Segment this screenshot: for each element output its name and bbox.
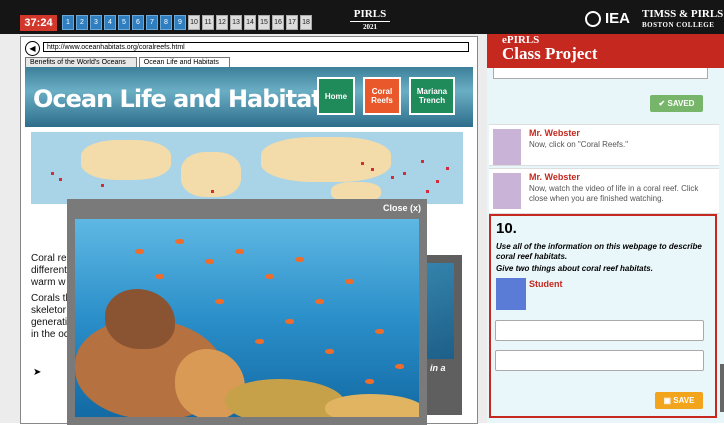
saved-button[interactable]: ✔ SAVED xyxy=(650,95,703,112)
pirls-logo-text: PIRLS xyxy=(353,8,387,20)
reading-pane: ◀ http://www.oceanhabitats.org/coralreef… xyxy=(0,34,487,425)
nav-mariana-trench-button[interactable]: Mariana Trench xyxy=(409,77,455,115)
article-line: different xyxy=(31,265,67,276)
timer: 37:24 xyxy=(20,15,57,31)
top-bar: 37:24 1 2 3 4 5 6 7 8 9 10 11 12 13 14 1… xyxy=(0,0,724,34)
pirls-logo: PIRLS 2021 xyxy=(350,8,390,31)
question-box: 10. Use all of the information on this w… xyxy=(489,214,717,418)
article-line: Coral re xyxy=(31,253,67,264)
url-bar: http://www.oceanhabitats.org/coralreefs.… xyxy=(43,42,469,52)
question-nav-14[interactable]: 14 xyxy=(244,15,256,30)
message-sender: Mr. Webster xyxy=(529,128,580,138)
question-nav-3[interactable]: 3 xyxy=(90,15,102,30)
saved-label: SAVED xyxy=(667,99,695,108)
question-line-1: Use all of the information on this webpa… xyxy=(496,242,702,261)
article-line: in the oc xyxy=(31,329,69,340)
teacher-avatar xyxy=(493,173,521,209)
question-nav-13[interactable]: 13 xyxy=(230,15,242,30)
boston-college-text: BOSTON COLLEGE xyxy=(642,21,715,29)
message-text: Now, watch the video of life in a coral … xyxy=(529,184,699,203)
background-card-text: in a xyxy=(430,363,446,373)
question-number: 10. xyxy=(496,220,517,237)
save-disk-icon: ▣ xyxy=(663,396,674,405)
reef-world-map xyxy=(31,132,463,204)
question-line-2: Give two things about coral reef habitat… xyxy=(496,264,653,273)
previous-answer-field[interactable] xyxy=(493,68,708,79)
teacher-message: Mr. Webster Now, watch the video of life… xyxy=(489,168,719,214)
article-line: generati xyxy=(31,317,68,328)
class-project-title: Class Project xyxy=(502,44,598,63)
timss-pirls-logo: TIMSS & PIRLS BOSTON COLLEGE xyxy=(642,9,723,31)
timss-pirls-text: TIMSS & PIRLS xyxy=(642,8,724,20)
article-line: warm w xyxy=(31,277,66,288)
question-nav-16[interactable]: 16 xyxy=(272,15,284,30)
video-modal: Close (x) xyxy=(67,199,427,425)
student-label: Student xyxy=(529,279,563,289)
question-nav-9[interactable]: 9 xyxy=(174,15,186,30)
tab-ocean-life[interactable]: Ocean Life and Habitats xyxy=(138,57,230,67)
panel-scrollbar[interactable] xyxy=(720,364,724,412)
question-nav-6[interactable]: 6 xyxy=(132,15,144,30)
panel-header: ePIRLS Class Project xyxy=(487,34,724,68)
question-navigator: 1 2 3 4 5 6 7 8 9 10 11 12 13 14 15 16 1… xyxy=(62,15,312,30)
question-nav-1[interactable]: 1 xyxy=(62,15,74,30)
question-nav-18[interactable]: 18 xyxy=(300,15,312,30)
student-avatar xyxy=(496,278,526,310)
question-nav-4[interactable]: 4 xyxy=(104,15,116,30)
answer-field-2[interactable] xyxy=(495,350,704,371)
coral-reef-video[interactable] xyxy=(75,219,419,417)
article-line: skeletor xyxy=(31,305,67,316)
question-nav-5[interactable]: 5 xyxy=(118,15,130,30)
teacher-avatar xyxy=(493,129,521,165)
browser-tabs: Benefits of the World's Oceans Ocean Lif… xyxy=(25,57,232,67)
nav-coral-reefs-button[interactable]: Coral Reefs xyxy=(363,77,401,115)
nav-home-button[interactable]: Home xyxy=(317,77,355,115)
question-nav-12[interactable]: 12 xyxy=(216,15,228,30)
question-nav-7[interactable]: 7 xyxy=(146,15,158,30)
teacher-message: Mr. Webster Now, click on "Coral Reefs." xyxy=(489,124,719,166)
save-button[interactable]: ▣ SAVE xyxy=(655,392,703,409)
save-label: SAVE xyxy=(673,396,695,405)
article-line: Corals th xyxy=(31,293,71,304)
answer-field-1[interactable] xyxy=(495,320,704,341)
message-text: Now, click on "Coral Reefs." xyxy=(529,140,629,149)
question-nav-2[interactable]: 2 xyxy=(76,15,88,30)
iea-text: IEA xyxy=(605,10,631,27)
question-nav-17[interactable]: 17 xyxy=(286,15,298,30)
article-text: Coral re different warm w Corals th skel… xyxy=(31,253,71,341)
iea-logo: IEA xyxy=(585,10,630,27)
pirls-year: 2021 xyxy=(350,21,390,31)
question-nav-11[interactable]: 11 xyxy=(202,15,214,30)
mouse-cursor-icon: ➤ xyxy=(33,367,42,378)
site-title: Ocean Life and Habitats xyxy=(33,85,336,113)
close-video-button[interactable]: Close (x) xyxy=(383,203,421,213)
question-prompt: Use all of the information on this webpa… xyxy=(496,242,711,274)
site-banner: Ocean Life and Habitats Home Coral Reefs… xyxy=(25,67,473,127)
message-sender: Mr. Webster xyxy=(529,172,580,182)
question-nav-8[interactable]: 8 xyxy=(160,15,172,30)
class-project-panel: ePIRLS Class Project ✔ SAVED Mr. Webster… xyxy=(487,34,724,423)
question-nav-10[interactable]: 10 xyxy=(188,15,200,30)
question-nav-15[interactable]: 15 xyxy=(258,15,270,30)
globe-icon xyxy=(585,10,601,27)
tab-benefits[interactable]: Benefits of the World's Oceans xyxy=(25,57,137,67)
back-arrow-icon[interactable]: ◀ xyxy=(25,41,40,56)
